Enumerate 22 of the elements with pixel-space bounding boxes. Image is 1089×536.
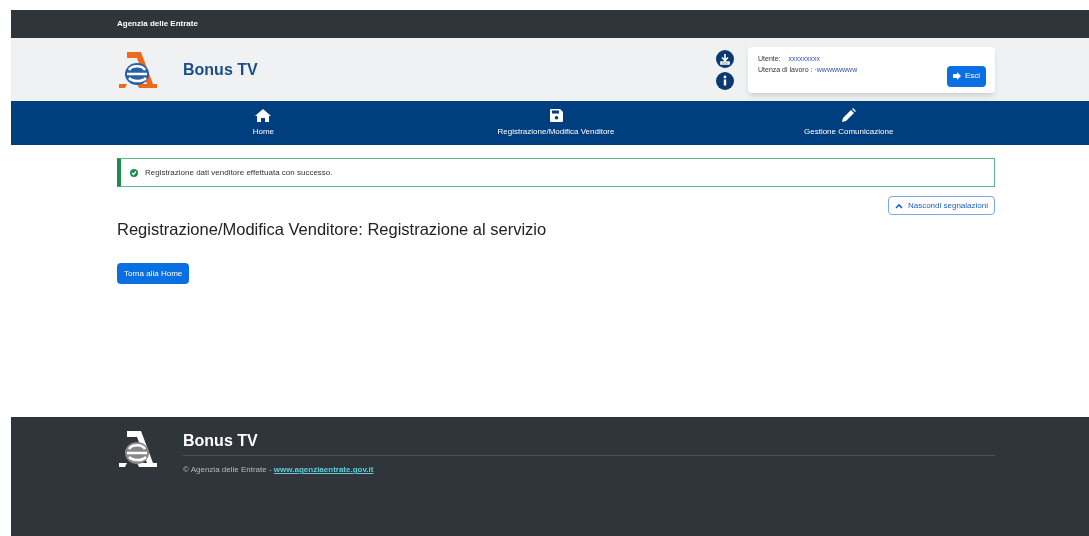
chevron-up-icon — [894, 202, 903, 209]
top-bar-label: Agenzia delle Entrate — [117, 18, 198, 30]
copyright-text: © Agenzia delle Entrate - — [183, 465, 272, 474]
website-link[interactable]: www.agenziaentrate.gov.it — [273, 465, 374, 474]
page-heading: Registrazione/Modifica Venditore: Registrazione al servizio — [117, 219, 548, 240]
home-icon — [255, 108, 272, 122]
nav-item[interactable]: Home — [117, 101, 410, 145]
hide-alerts-button[interactable]: Nascondi segnalazioni — [887, 196, 995, 215]
info-icon — [716, 71, 734, 90]
nav-item[interactable]: Registrazione/Modifica Venditore — [409, 101, 703, 145]
logout-button[interactable]: Esci — [946, 65, 986, 87]
pencil-icon — [841, 108, 856, 122]
logo-icon — [117, 49, 157, 90]
download-icon — [716, 49, 734, 68]
footer-title: Bonus TV — [183, 431, 259, 451]
logo-icon — [117, 429, 157, 469]
alert-message: Registrazione dati venditore effettuata con successo. — [145, 166, 333, 179]
app-title: Bonus TV — [183, 59, 258, 80]
check-circle-icon — [130, 168, 138, 177]
back-home-button[interactable]: Torna alla Home — [117, 263, 190, 285]
logout-icon — [952, 72, 962, 80]
nav-item[interactable]: Gestione Comunicazione — [702, 101, 995, 145]
